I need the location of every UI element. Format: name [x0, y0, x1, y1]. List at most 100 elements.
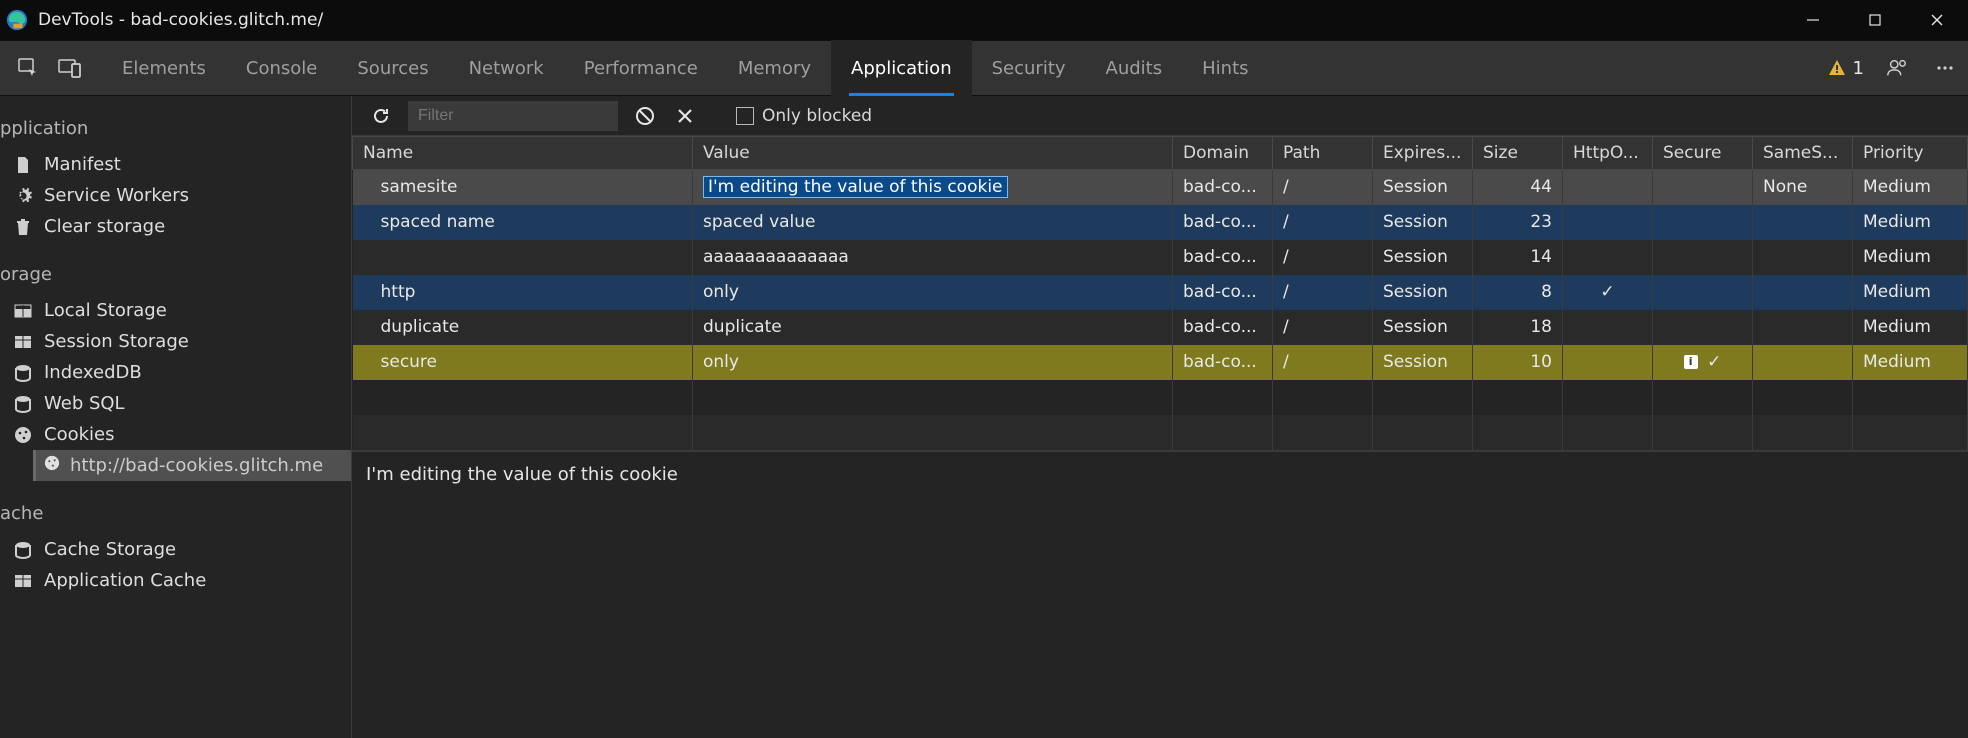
- refresh-button[interactable]: [368, 103, 394, 129]
- sidebar-item-cookie-origin[interactable]: http://bad-cookies.glitch.me: [33, 450, 351, 481]
- cell-priority[interactable]: Medium: [1853, 310, 1968, 345]
- cell-secure[interactable]: [1653, 310, 1753, 345]
- cell-httponly[interactable]: [1563, 345, 1653, 380]
- sidebar-item-service-workers[interactable]: Service Workers: [0, 180, 351, 211]
- sidebar-item-application-cache[interactable]: Application Cache: [0, 565, 351, 596]
- cell-name[interactable]: secure: [353, 345, 693, 380]
- col-domain[interactable]: Domain: [1173, 137, 1273, 170]
- cell-secure[interactable]: [1653, 205, 1753, 240]
- cell-expires[interactable]: Session: [1373, 275, 1473, 310]
- cell-path[interactable]: /: [1273, 345, 1373, 380]
- cell-samesite[interactable]: [1753, 205, 1853, 240]
- tab-network[interactable]: Network: [449, 40, 564, 96]
- maximize-button[interactable]: [1844, 0, 1906, 40]
- cell-size[interactable]: 18: [1473, 310, 1563, 345]
- table-row[interactable]: duplicateduplicatebad-co.../Session18Med…: [353, 310, 1968, 345]
- tab-memory[interactable]: Memory: [718, 40, 831, 96]
- cell-value[interactable]: aaaaaaaaaaaaaa: [693, 240, 1173, 275]
- cell-domain[interactable]: bad-co...: [1173, 240, 1273, 275]
- cell-httponly[interactable]: [1563, 205, 1653, 240]
- tab-sources[interactable]: Sources: [337, 40, 448, 96]
- cell-secure[interactable]: [1653, 275, 1753, 310]
- cell-expires[interactable]: Session: [1373, 170, 1473, 205]
- cell-httponly[interactable]: [1563, 240, 1653, 275]
- cell-httponly[interactable]: [1563, 170, 1653, 205]
- warnings-badge[interactable]: 1: [1827, 58, 1864, 79]
- cell-path[interactable]: /: [1273, 170, 1373, 205]
- cell-path[interactable]: /: [1273, 275, 1373, 310]
- cell-path[interactable]: /: [1273, 240, 1373, 275]
- table-row[interactable]: httponlybad-co.../Session8✓ Medium: [353, 275, 1968, 310]
- cell-domain[interactable]: bad-co...: [1173, 345, 1273, 380]
- sidebar-item-websql[interactable]: Web SQL: [0, 388, 351, 419]
- cell-value[interactable]: only: [693, 345, 1173, 380]
- cell-value[interactable]: I'm editing the value of this cookie: [693, 170, 1173, 205]
- sidebar-item-local-storage[interactable]: Local Storage: [0, 295, 351, 326]
- cell-secure[interactable]: [1653, 240, 1753, 275]
- cell-size[interactable]: 10: [1473, 345, 1563, 380]
- cell-priority[interactable]: Medium: [1853, 240, 1968, 275]
- tab-performance[interactable]: Performance: [564, 40, 718, 96]
- cell-samesite[interactable]: [1753, 275, 1853, 310]
- col-samesite[interactable]: SameS...: [1753, 137, 1853, 170]
- sidebar-item-indexeddb[interactable]: IndexedDB: [0, 357, 351, 388]
- cell-size[interactable]: 8: [1473, 275, 1563, 310]
- cell-path[interactable]: /: [1273, 310, 1373, 345]
- inspect-element-icon[interactable]: [10, 50, 46, 86]
- cell-expires[interactable]: Session: [1373, 345, 1473, 380]
- sidebar-item-cache-storage[interactable]: Cache Storage: [0, 534, 351, 565]
- tab-application[interactable]: Application: [831, 40, 972, 96]
- tab-audits[interactable]: Audits: [1086, 40, 1183, 96]
- cell-priority[interactable]: Medium: [1853, 275, 1968, 310]
- sidebar-item-cookies[interactable]: Cookies: [0, 419, 351, 450]
- cell-name[interactable]: spaced name: [353, 205, 693, 240]
- tab-console[interactable]: Console: [226, 40, 337, 96]
- feedback-icon[interactable]: [1882, 57, 1912, 79]
- cell-domain[interactable]: bad-co...: [1173, 205, 1273, 240]
- more-menu-icon[interactable]: [1930, 58, 1960, 78]
- col-httponly[interactable]: HttpO...: [1563, 137, 1653, 170]
- cell-domain[interactable]: bad-co...: [1173, 310, 1273, 345]
- cell-samesite[interactable]: None: [1753, 170, 1853, 205]
- tab-security[interactable]: Security: [972, 40, 1086, 96]
- cookies-table[interactable]: Name Value Domain Path Expires... Size H…: [352, 136, 1968, 450]
- col-path[interactable]: Path: [1273, 137, 1373, 170]
- cell-value[interactable]: duplicate: [693, 310, 1173, 345]
- cell-name[interactable]: samesite: [353, 170, 693, 205]
- cell-priority[interactable]: Medium: [1853, 170, 1968, 205]
- sidebar-item-session-storage[interactable]: Session Storage: [0, 326, 351, 357]
- tab-elements[interactable]: Elements: [102, 40, 226, 96]
- cell-size[interactable]: 44: [1473, 170, 1563, 205]
- col-priority[interactable]: Priority: [1853, 137, 1968, 170]
- cell-path[interactable]: /: [1273, 205, 1373, 240]
- cell-name[interactable]: http: [353, 275, 693, 310]
- table-row[interactable]: aaaaaaaaaaaaaabad-co.../Session14 Medium: [353, 240, 1968, 275]
- cell-samesite[interactable]: [1753, 240, 1853, 275]
- cell-priority[interactable]: Medium: [1853, 205, 1968, 240]
- tab-hints[interactable]: Hints: [1182, 40, 1268, 96]
- cell-httponly[interactable]: [1563, 310, 1653, 345]
- table-row[interactable]: samesiteI'm editing the value of this co…: [353, 170, 1968, 205]
- cell-httponly[interactable]: ✓: [1563, 275, 1653, 310]
- cell-size[interactable]: 23: [1473, 205, 1563, 240]
- cell-value[interactable]: only: [693, 275, 1173, 310]
- cell-secure[interactable]: i ✓: [1653, 345, 1753, 380]
- cell-priority[interactable]: Medium: [1853, 345, 1968, 380]
- filter-input[interactable]: [408, 101, 618, 131]
- device-toolbar-icon[interactable]: [52, 50, 88, 86]
- col-secure[interactable]: Secure: [1653, 137, 1753, 170]
- delete-selected-button[interactable]: [672, 103, 698, 129]
- cell-size[interactable]: 14: [1473, 240, 1563, 275]
- sidebar-item-clear-storage[interactable]: Clear storage: [0, 211, 351, 242]
- minimize-button[interactable]: [1782, 0, 1844, 40]
- cell-samesite[interactable]: [1753, 345, 1853, 380]
- cell-expires[interactable]: Session: [1373, 310, 1473, 345]
- cell-domain[interactable]: bad-co...: [1173, 275, 1273, 310]
- sidebar-item-manifest[interactable]: Manifest: [0, 149, 351, 180]
- col-size[interactable]: Size: [1473, 137, 1563, 170]
- col-value[interactable]: Value: [693, 137, 1173, 170]
- table-row[interactable]: secureonlybad-co.../Session10 i ✓ Medium: [353, 345, 1968, 380]
- col-expires[interactable]: Expires...: [1373, 137, 1473, 170]
- cell-expires[interactable]: Session: [1373, 205, 1473, 240]
- cell-expires[interactable]: Session: [1373, 240, 1473, 275]
